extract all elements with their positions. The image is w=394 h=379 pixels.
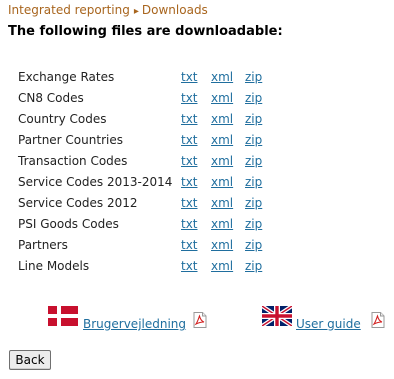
breadcrumb-parent[interactable]: Integrated reporting xyxy=(8,3,130,17)
zip-download-link[interactable]: zip xyxy=(245,112,262,126)
file-name: Partners xyxy=(18,237,68,252)
format-cell: xml xyxy=(211,108,245,129)
format-cell: txt xyxy=(181,66,211,87)
file-name: Country Codes xyxy=(18,111,107,126)
format-cell: xml xyxy=(211,234,245,255)
format-cell: txt xyxy=(181,87,211,108)
xml-download-link[interactable]: xml xyxy=(211,91,233,105)
file-name: Exchange Rates xyxy=(18,69,115,84)
back-button[interactable]: Back xyxy=(9,350,51,370)
format-cell: xml xyxy=(211,255,245,276)
table-row: Partners txt xml zip xyxy=(18,234,262,255)
zip-download-link[interactable]: zip xyxy=(245,217,262,231)
txt-download-link[interactable]: txt xyxy=(181,175,198,189)
breadcrumb-separator-icon: ▸ xyxy=(133,6,139,17)
txt-download-link[interactable]: txt xyxy=(181,91,198,105)
txt-download-link[interactable]: txt xyxy=(181,217,198,231)
format-cell: txt xyxy=(181,234,211,255)
format-cell: txt xyxy=(181,192,211,213)
format-cell: zip xyxy=(245,192,262,213)
danish-flag-icon xyxy=(48,306,78,326)
xml-download-link[interactable]: xml xyxy=(211,133,233,147)
file-name: Service Codes 2013-2014 xyxy=(18,174,173,189)
format-cell: zip xyxy=(245,129,262,150)
format-cell: txt xyxy=(181,150,211,171)
txt-download-link[interactable]: txt xyxy=(181,196,198,210)
pdf-icon[interactable] xyxy=(193,312,207,328)
uk-flag-icon xyxy=(262,306,292,326)
xml-download-link[interactable]: xml xyxy=(211,70,233,84)
format-cell: zip xyxy=(245,66,262,87)
format-cell: zip xyxy=(245,234,262,255)
table-row: Exchange Rates txt xml zip xyxy=(18,66,262,87)
xml-download-link[interactable]: xml xyxy=(211,238,233,252)
xml-download-link[interactable]: xml xyxy=(211,217,233,231)
format-cell: xml xyxy=(211,87,245,108)
xml-download-link[interactable]: xml xyxy=(211,112,233,126)
file-name: Partner Countries xyxy=(18,132,123,147)
format-cell: xml xyxy=(211,213,245,234)
table-row: Service Codes 2012 txt xml zip xyxy=(18,192,262,213)
format-cell: xml xyxy=(211,192,245,213)
file-name: Transaction Codes xyxy=(18,153,128,168)
txt-download-link[interactable]: txt xyxy=(181,259,198,273)
danish-user-guide-link[interactable]: Brugervejledning xyxy=(83,317,186,331)
table-row: Transaction Codes txt xml zip xyxy=(18,150,262,171)
format-cell: txt xyxy=(181,255,211,276)
zip-download-link[interactable]: zip xyxy=(245,238,262,252)
zip-download-link[interactable]: zip xyxy=(245,133,262,147)
zip-download-link[interactable]: zip xyxy=(245,175,262,189)
zip-download-link[interactable]: zip xyxy=(245,259,262,273)
zip-download-link[interactable]: zip xyxy=(245,154,262,168)
pdf-icon[interactable] xyxy=(371,312,385,328)
format-cell: zip xyxy=(245,255,262,276)
format-cell: txt xyxy=(181,213,211,234)
user-manuals: Brugervejledning User guide xyxy=(48,306,388,334)
zip-download-link[interactable]: zip xyxy=(245,196,262,210)
xml-download-link[interactable]: xml xyxy=(211,259,233,273)
file-name: PSI Goods Codes xyxy=(18,216,119,231)
format-cell: txt xyxy=(181,129,211,150)
format-cell: zip xyxy=(245,213,262,234)
txt-download-link[interactable]: txt xyxy=(181,112,198,126)
format-cell: zip xyxy=(245,171,262,192)
format-cell: txt xyxy=(181,108,211,129)
format-cell: xml xyxy=(211,66,245,87)
breadcrumb: Integrated reporting ▸ Downloads xyxy=(8,3,208,17)
english-user-guide-link[interactable]: User guide xyxy=(296,317,361,331)
downloads-table: Exchange Rates txt xml zip CN8 Codes txt xml zi… xyxy=(18,66,262,276)
txt-download-link[interactable]: txt xyxy=(181,154,198,168)
txt-download-link[interactable]: txt xyxy=(181,70,198,84)
table-row: Service Codes 2013-2014 txt xml zip xyxy=(18,171,262,192)
format-cell: zip xyxy=(245,150,262,171)
table-row: Line Models txt xml zip xyxy=(18,255,262,276)
txt-download-link[interactable]: txt xyxy=(181,238,198,252)
file-name: Line Models xyxy=(18,258,90,273)
xml-download-link[interactable]: xml xyxy=(211,196,233,210)
table-row: CN8 Codes txt xml zip xyxy=(18,87,262,108)
page-title: The following files are downloadable: xyxy=(8,24,283,39)
txt-download-link[interactable]: txt xyxy=(181,133,198,147)
file-name: Service Codes 2012 xyxy=(18,195,138,210)
breadcrumb-current: Downloads xyxy=(141,3,208,17)
table-row: Partner Countries txt xml zip xyxy=(18,129,262,150)
table-row: PSI Goods Codes txt xml zip xyxy=(18,213,262,234)
format-cell: zip xyxy=(245,108,262,129)
table-row: Country Codes txt xml zip xyxy=(18,108,262,129)
format-cell: xml xyxy=(211,150,245,171)
xml-download-link[interactable]: xml xyxy=(211,154,233,168)
file-name: CN8 Codes xyxy=(18,90,84,105)
format-cell: xml xyxy=(211,171,245,192)
zip-download-link[interactable]: zip xyxy=(245,70,262,84)
xml-download-link[interactable]: xml xyxy=(211,175,233,189)
format-cell: txt xyxy=(181,171,211,192)
zip-download-link[interactable]: zip xyxy=(245,91,262,105)
format-cell: zip xyxy=(245,87,262,108)
format-cell: xml xyxy=(211,129,245,150)
